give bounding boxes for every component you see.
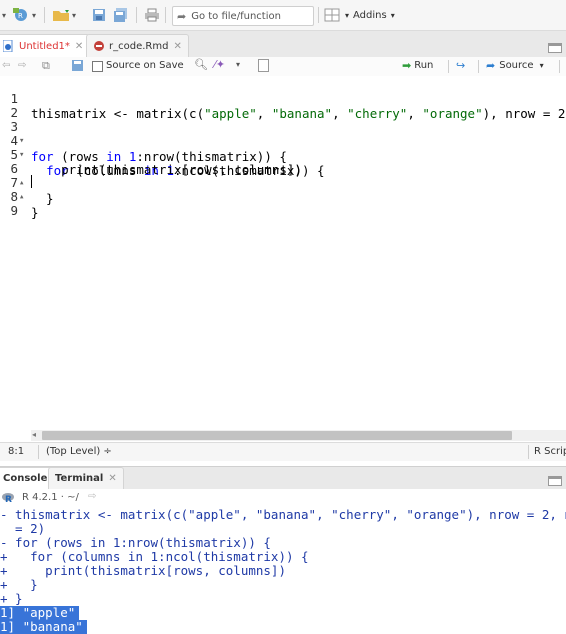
open-project-button[interactable]: R ▾ (12, 6, 36, 24)
rmd-file-icon (94, 41, 104, 51)
chevron-down-icon[interactable]: ▾ (236, 60, 240, 69)
code-line: 9 (0, 188, 30, 218)
goto-file-function-input[interactable]: ➦ Go to file/function (172, 6, 314, 26)
console-tabbar: Console Terminal ✕ (0, 466, 566, 490)
save-icon (93, 9, 105, 21)
minimize-pane-icon[interactable] (548, 43, 562, 53)
search-icon[interactable]: 🔍︎ (194, 58, 208, 71)
code-line: 8 (0, 174, 32, 204)
console-line: + for (columns in 1:ncol(thismatrix)) { (0, 549, 309, 564)
print-icon (145, 8, 159, 22)
code-line: 2 (0, 90, 30, 120)
run-arrow-icon: ➡ (402, 59, 412, 72)
code-text: print(thismatrix[rows, columns]) (31, 162, 302, 177)
code-editor[interactable]: 1 thismatrix <- matrix(c("apple", "banan… (0, 76, 566, 430)
console-output-line: 1] "apple" (0, 606, 80, 620)
code-line: 5 print(thismatrix[rows, columns]) (0, 132, 301, 177)
save-icon[interactable] (72, 60, 84, 72)
rerun-icon[interactable]: ↪ (456, 59, 465, 72)
svg-text:R: R (18, 12, 23, 20)
code-text: } (31, 205, 39, 220)
scrollbar-thumb[interactable] (42, 431, 512, 440)
tab-terminal[interactable]: Terminal ✕ (48, 467, 124, 489)
grid-layout-button[interactable] (324, 6, 340, 24)
run-label: Run (414, 60, 434, 71)
line-number: 9 (10, 203, 18, 218)
scroll-left-icon[interactable]: ◂ (32, 430, 36, 439)
close-icon[interactable]: ✕ (173, 41, 181, 52)
close-icon[interactable]: ✕ (75, 41, 83, 52)
tab-r-code-rmd-label: r_code.Rmd (109, 40, 169, 52)
dropdown-arrow-icon[interactable]: ▾ (2, 6, 6, 24)
grid-icon (324, 8, 340, 22)
code-text: } (31, 191, 54, 206)
source-label: Source (499, 60, 534, 71)
magic-wand-icon[interactable]: ⁄✦ (214, 58, 225, 71)
r-version-path: R 4.2.1 · ~/ (22, 492, 79, 503)
file-type-selector[interactable]: R Scrip (534, 446, 566, 457)
code-text: thismatrix <- matrix(c("apple", "banana"… (31, 106, 566, 121)
source-arrow-icon: ➦ (486, 59, 496, 72)
chevron-down-icon[interactable]: ▾ (540, 61, 544, 70)
console-line: - thismatrix <- matrix(c("apple", "banan… (0, 507, 566, 522)
goto-placeholder: Go to file/function (191, 10, 281, 22)
console-info-bar: R R 4.2.1 · ~/ ⇨ (0, 489, 566, 507)
tab-untitled1[interactable]: Untitled1* ✕ (0, 34, 91, 57)
text-cursor (31, 175, 32, 188)
save-all-icon (114, 8, 127, 22)
goto-arrow-icon: ➦ (177, 9, 187, 23)
back-arrow-icon[interactable]: ⇦ (2, 60, 10, 71)
source-on-save-checkbox[interactable] (92, 61, 103, 72)
r-logo-icon: R (2, 493, 14, 503)
save-button[interactable] (92, 6, 106, 24)
console-output[interactable]: - thismatrix <- matrix(c("apple", "banan… (0, 507, 566, 634)
document-outline-icon[interactable] (258, 59, 269, 72)
console-line: - for (rows in 1:nrow(thismatrix)) { (0, 535, 271, 550)
cursor-position: 8:1 (8, 446, 25, 457)
folder-icon (53, 10, 69, 21)
svg-text:R: R (5, 495, 12, 503)
tab-console-label: Console (3, 473, 48, 484)
code-line: 1 thismatrix <- matrix(c("apple", "banan… (0, 76, 565, 121)
run-button[interactable]: ➡ Run (402, 59, 433, 72)
tab-untitled1-label: Untitled1* (19, 40, 70, 52)
code-line: 4 ▾ for (columns in 1:ncol(thismatrix)) … (0, 118, 324, 178)
open-file-button[interactable]: ▾ (52, 6, 76, 24)
go-to-directory-icon[interactable]: ⇨ (88, 491, 96, 502)
close-icon[interactable]: ✕ (108, 473, 116, 484)
addins-menu[interactable]: ▾ Addins ▾ (345, 6, 395, 24)
forward-arrow-icon[interactable]: ⇨ (18, 60, 26, 71)
console-output-line: 1] "banana" (0, 620, 87, 634)
addins-label: Addins (353, 9, 387, 21)
print-button[interactable] (144, 6, 160, 24)
project-icon: R (13, 8, 27, 21)
r-file-icon (3, 40, 13, 52)
code-line: 3 ▾ for (rows in 1:nrow(thismatrix)) { (0, 104, 286, 164)
minimize-pane-icon[interactable] (548, 476, 562, 486)
tab-r-code-rmd[interactable]: r_code.Rmd ✕ (86, 34, 189, 57)
console-line: = 2) (0, 521, 46, 536)
editor-status-bar: 8:1 (Top Level) ÷ R Scrip (0, 442, 566, 461)
code-line: 7 ▴ } (0, 160, 38, 220)
console-line: + } (0, 591, 23, 606)
tab-console[interactable]: Console (0, 467, 55, 489)
main-toolbar: ▾ R ▾ ▾ ➦ Go to file/function ▾ Addins ▾ (0, 0, 566, 31)
console-line: + print(thismatrix[rows, columns]) (0, 563, 286, 578)
editor-toolbar: ⇦ ⇨ ⧉ Source on Save 🔍︎ ⁄✦ ▾ ➡ Run ↪ ➦ S… (0, 57, 566, 77)
tab-terminal-label: Terminal (55, 473, 104, 484)
save-all-button[interactable] (113, 6, 129, 24)
scope-selector[interactable]: (Top Level) ÷ (46, 446, 112, 457)
editor-tabbar: Untitled1* ✕ r_code.Rmd ✕ (0, 31, 566, 58)
show-in-window-icon[interactable]: ⧉ (42, 59, 50, 73)
console-line: + } (0, 577, 38, 592)
source-button[interactable]: ➦ Source ▾ (486, 59, 544, 72)
source-on-save-label: Source on Save (106, 60, 184, 71)
code-line: 6 ▴ } (0, 146, 53, 206)
